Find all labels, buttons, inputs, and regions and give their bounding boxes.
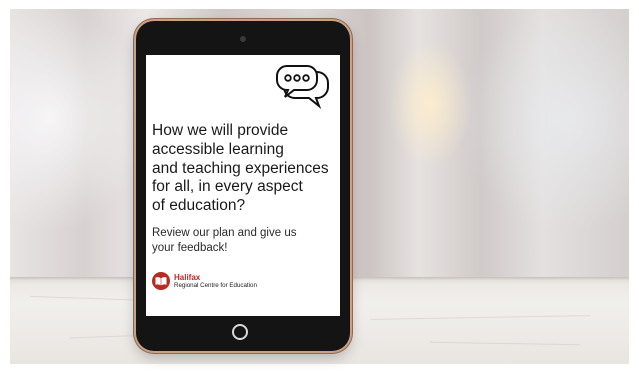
logo-title: Halifax [174,272,201,282]
hrce-logo: Halifax Regional Centre for Education [152,270,257,292]
tablet-device: How we will provide accessible learning … [136,21,350,351]
home-button[interactable] [232,324,248,340]
feedback-prompt: Review our plan and give us your feedbac… [152,227,297,254]
tablet-screen: How we will provide accessible learning … [146,55,340,316]
front-camera [240,36,246,42]
logo-subtitle: Regional Centre for Education [174,281,257,289]
logo-text: Halifax Regional Centre for Education [174,273,257,290]
speech-bubbles-icon [276,65,329,109]
headline: How we will provide accessible learning … [152,122,329,215]
open-book-logo-icon [152,272,170,290]
